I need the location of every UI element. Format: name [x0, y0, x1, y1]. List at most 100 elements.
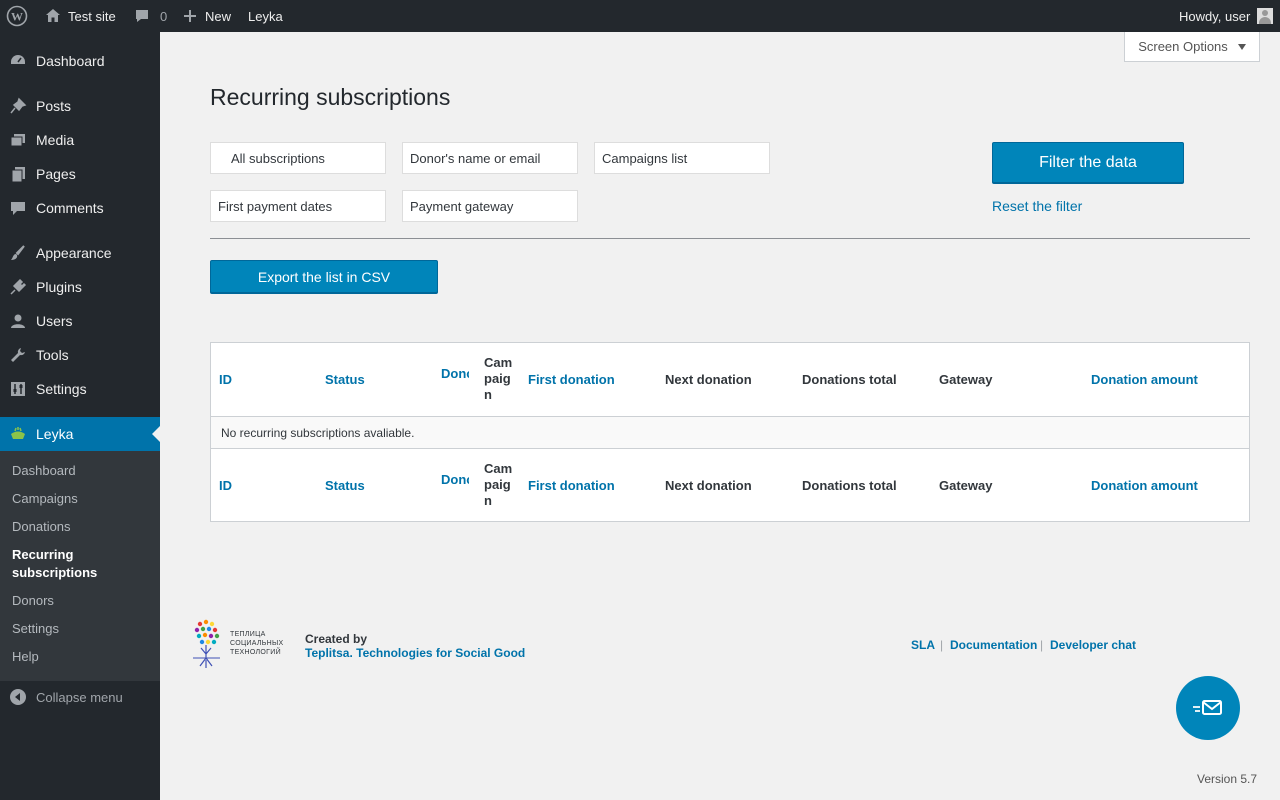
leyka-submenu: Dashboard Campaigns Donations Recurring …: [0, 451, 160, 681]
leyka-adminbar-link[interactable]: Leyka: [248, 0, 283, 32]
sidebar-item-leyka[interactable]: Leyka: [0, 417, 160, 451]
collapse-icon: [10, 689, 26, 705]
first-payment-dates-input[interactable]: First payment dates: [210, 190, 386, 222]
subscriptions-table: ID Status Donor Campaign First donation …: [210, 342, 1250, 522]
column-footer-campaign: Campaign: [484, 461, 513, 508]
column-header-donation-amount[interactable]: Donation amount: [1091, 343, 1198, 415]
sidebar-item-label: Posts: [36, 98, 72, 114]
logo-text-line: ТЕХНОЛОГИЙ: [230, 649, 281, 656]
sla-link[interactable]: SLA: [911, 638, 935, 652]
sidebar-item-media[interactable]: Media: [0, 123, 160, 157]
empty-table-message: No recurring subscriptions avaliable.: [211, 416, 1249, 449]
comment-icon: [136, 10, 148, 22]
screen-options-label: Screen Options: [1138, 39, 1228, 54]
send-mail-icon: [1193, 700, 1222, 715]
leyka-adminbar-label: Leyka: [248, 8, 283, 24]
sidebar-item-tools[interactable]: Tools: [0, 338, 160, 372]
column-header-first-donation[interactable]: First donation: [528, 343, 615, 415]
filter-data-button[interactable]: Filter the data: [992, 142, 1184, 183]
collapse-label: Collapse menu: [36, 689, 123, 705]
export-csv-button[interactable]: Export the list in CSV: [210, 260, 438, 293]
submenu-item-dashboard[interactable]: Dashboard: [12, 462, 76, 480]
table-header-row: ID Status Donor Campaign First donation …: [211, 343, 1249, 415]
submenu-item-donors[interactable]: Donors: [12, 592, 54, 610]
created-by-label: Created by: [305, 632, 368, 646]
comments-count: 0: [160, 8, 168, 24]
campaigns-select[interactable]: Campaigns list: [594, 142, 770, 174]
page-title: Recurring subscriptions: [210, 84, 451, 110]
link-separator: |: [1040, 638, 1044, 652]
site-name-label: Test site: [68, 8, 116, 24]
comments-link[interactable]: 0: [134, 0, 167, 32]
greeting-label: Howdy, user: [1179, 8, 1251, 24]
first-payment-dates-placeholder: First payment dates: [218, 198, 333, 214]
teplitsa-logo[interactable]: ТЕПЛИЦА СОЦИАЛЬНЫХ ТЕХНОЛОГИЙ: [192, 618, 292, 670]
svg-text:W: W: [11, 10, 23, 24]
sidebar-item-comments[interactable]: Comments: [0, 191, 160, 225]
feedback-button[interactable]: [1176, 676, 1240, 740]
teplitsa-link[interactable]: Teplitsa. Technologies for Social Good: [305, 646, 525, 660]
reset-filter-link[interactable]: Reset the filter: [992, 198, 1082, 214]
sidebar-item-label: Settings: [36, 381, 87, 397]
sidebar-item-label: Comments: [36, 200, 104, 216]
account-link[interactable]: Howdy, user: [1179, 0, 1274, 32]
comment-icon: [11, 202, 25, 215]
submenu-item-settings[interactable]: Settings: [12, 620, 59, 638]
new-content-link[interactable]: New: [183, 0, 231, 32]
column-footer-first-donation[interactable]: First donation: [528, 449, 615, 521]
column-footer-donation-amount[interactable]: Donation amount: [1091, 449, 1198, 521]
donor-search-placeholder: Donor's name or email: [410, 150, 541, 166]
sidebar-item-pages[interactable]: Pages: [0, 157, 160, 191]
payment-gateway-placeholder: Payment gateway: [410, 198, 514, 214]
sidebar-item-label: Media: [36, 132, 75, 148]
column-footer-gateway: Gateway: [939, 477, 993, 493]
version-label: Version 5.7: [1197, 772, 1258, 786]
column-footer-donations-total: Donations total: [802, 477, 897, 493]
collapse-menu-button[interactable]: Collapse menu: [0, 682, 160, 712]
column-header-id[interactable]: ID: [219, 343, 232, 415]
sidebar-item-label: Leyka: [36, 426, 74, 442]
submenu-item-donations[interactable]: Donations: [12, 518, 71, 536]
column-footer-id[interactable]: ID: [219, 449, 232, 521]
column-footer-status[interactable]: Status: [325, 449, 365, 521]
status-select[interactable]: All subscriptions: [210, 142, 386, 174]
donor-search-input[interactable]: Donor's name or email: [402, 142, 578, 174]
status-select-value: All subscriptions: [231, 150, 325, 166]
home-icon: [46, 9, 60, 22]
wordpress-logo-icon[interactable]: W: [6, 0, 28, 32]
developer-chat-link[interactable]: Developer chat: [1050, 638, 1136, 652]
submenu-item-campaigns[interactable]: Campaigns: [12, 490, 78, 508]
submenu-item-help[interactable]: Help: [12, 648, 39, 666]
sidebar-item-label: Tools: [36, 347, 69, 363]
avatar: [1257, 8, 1274, 24]
payment-gateway-select[interactable]: Payment gateway: [402, 190, 578, 222]
brush-icon: [11, 245, 25, 260]
sidebar-item-posts[interactable]: Posts: [0, 89, 160, 123]
sidebar-item-dashboard[interactable]: Dashboard: [0, 44, 160, 78]
link-separator: |: [940, 638, 944, 652]
site-name-link[interactable]: Test site: [44, 0, 116, 32]
admin-bar: W Test site 0 New Leyka Howdy, user: [0, 0, 1280, 32]
new-label: New: [205, 8, 232, 24]
dashboard-icon: [11, 55, 25, 64]
submenu-item-recurring-subscriptions[interactable]: Recurring subscriptions: [12, 546, 122, 582]
sidebar-item-appearance[interactable]: Appearance: [0, 236, 160, 270]
column-header-status[interactable]: Status: [325, 343, 365, 415]
sidebar-item-label: Dashboard: [36, 53, 105, 69]
logo-text-line: ТЕПЛИЦА: [230, 631, 266, 638]
pages-icon: [11, 167, 25, 183]
documentation-link[interactable]: Documentation: [950, 638, 1037, 652]
sidebar-item-settings[interactable]: Settings: [0, 372, 160, 406]
screen-options-button[interactable]: Screen Options: [1124, 32, 1260, 62]
media-icon: [10, 134, 25, 147]
column-header-donor[interactable]: Donor: [441, 337, 469, 409]
campaigns-select-placeholder: Campaigns list: [602, 150, 688, 166]
column-header-donations-total: Donations total: [802, 371, 897, 387]
sidebar-item-users[interactable]: Users: [0, 304, 160, 338]
logo-text-line: СОЦИАЛЬНЫХ: [230, 640, 284, 647]
sidebar-item-plugins[interactable]: Plugins: [0, 270, 160, 304]
column-footer-donor[interactable]: Donor: [441, 443, 469, 515]
sidebar-item-label: Appearance: [36, 245, 112, 261]
plus-icon: [184, 10, 196, 22]
leyka-icon: [11, 427, 25, 439]
